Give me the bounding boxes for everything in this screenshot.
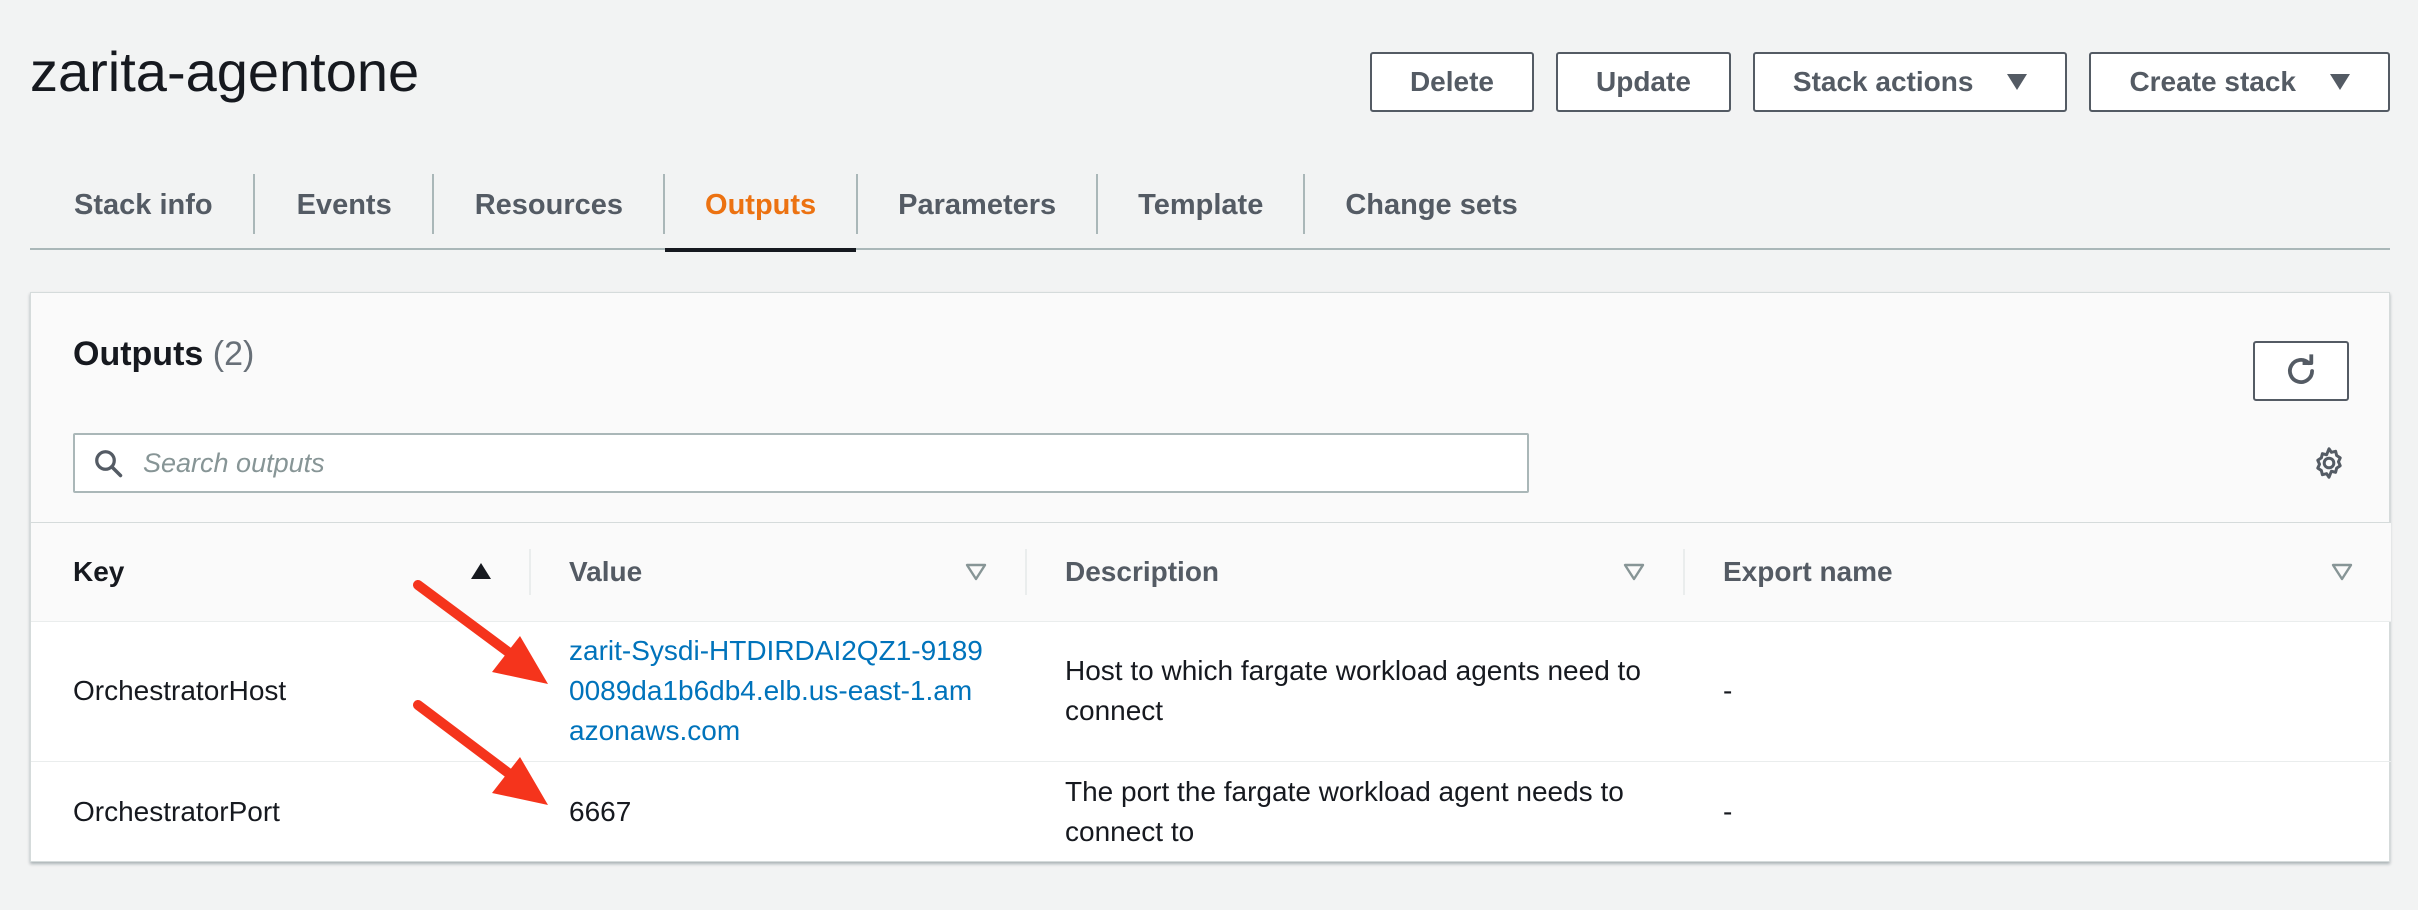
refresh-icon [2288, 354, 2314, 384]
column-header-description[interactable]: Description [1025, 523, 1683, 622]
tab-events[interactable]: Events [255, 160, 432, 250]
tab-label: Events [296, 188, 392, 221]
sort-filter-icon [965, 563, 987, 581]
create-stack-label: Create stack [2129, 66, 2296, 97]
sort-filter-icon [2331, 563, 2353, 581]
sort-ascending-icon [471, 563, 491, 579]
stack-tabs: Stack info Events Resources Outputs Para… [30, 160, 2390, 252]
sort-filter-icon [1623, 563, 1645, 581]
cell-description: Host to which fargate workload agents ne… [1025, 621, 1683, 762]
tab-label: Parameters [898, 188, 1057, 221]
stack-actions-dropdown[interactable]: Stack actions [1752, 52, 2068, 112]
outputs-panel: Outputs (2) Search outputs Key Value Des… [30, 292, 2391, 863]
create-stack-dropdown[interactable]: Create stack [2089, 52, 2390, 112]
tab-resources[interactable]: Resources [434, 160, 663, 250]
table-row: OrchestratorPort 6667 The port the farga… [31, 761, 2391, 863]
delete-button[interactable]: Delete [1369, 52, 1534, 112]
tab-stack-info[interactable]: Stack info [30, 160, 253, 250]
search-outputs-field[interactable] [73, 433, 1529, 493]
tab-outputs[interactable]: Outputs [665, 160, 857, 252]
cell-export-name: - [1683, 621, 2391, 762]
column-header-key[interactable]: Key [31, 523, 529, 622]
table-header-row: Key Value Description Export name [31, 523, 2391, 622]
gear-icon [2316, 447, 2342, 479]
caret-down-icon [2330, 74, 2350, 90]
cell-key: OrchestratorHost [31, 621, 529, 762]
update-button[interactable]: Update [1556, 52, 1731, 112]
tab-label: Outputs [705, 188, 817, 221]
outputs-panel-header: Outputs (2) [31, 293, 2389, 523]
tab-label: Change sets [1345, 188, 1518, 221]
column-divider [1683, 549, 1685, 595]
page-title: zarita-agentone [30, 40, 420, 103]
cloudformation-stack-page: zarita-agentone Delete Update Stack acti… [0, 0, 2418, 910]
table-preferences-button[interactable] [2311, 445, 2347, 481]
refresh-button[interactable] [2253, 341, 2349, 401]
tab-template[interactable]: Template [1098, 160, 1303, 250]
search-outputs-input[interactable] [141, 446, 1527, 480]
caret-down-icon [2007, 74, 2028, 90]
outputs-title-text: Outputs [73, 335, 204, 373]
tab-label: Resources [474, 188, 624, 221]
search-icon [95, 450, 123, 478]
cell-value: 6667 [569, 796, 632, 828]
column-header-label: Export name [1723, 555, 1893, 587]
outputs-count: (2) [212, 335, 255, 373]
outputs-table: Key Value Description Export name Orches… [31, 523, 2391, 863]
table-row: OrchestratorHost zarit-Sysdi-HTDIRDAI2QZ… [31, 621, 2391, 762]
output-value-link[interactable]: zarit-Sysdi-HTDIRDAI2QZ1-91890089da1b6db… [569, 635, 983, 746]
cell-key: OrchestratorPort [73, 796, 280, 828]
column-divider [529, 549, 531, 595]
outputs-title: Outputs (2) [73, 335, 254, 374]
column-header-label: Value [569, 555, 643, 587]
cell-description: The port the fargate workload agent need… [1065, 776, 1624, 848]
cell-value: zarit-Sysdi-HTDIRDAI2QZ1-91890089da1b6db… [529, 621, 1025, 762]
tab-label: Template [1138, 188, 1264, 221]
cell-export-name: - [1723, 796, 1733, 828]
column-divider [1025, 549, 1027, 595]
delete-button-label: Delete [1409, 66, 1494, 97]
tab-change-sets[interactable]: Change sets [1305, 160, 1557, 250]
stack-actions-toolbar: Delete Update Stack actions Create stack [1369, 52, 2390, 112]
column-header-export-name[interactable]: Export name [1683, 523, 2391, 622]
column-header-label: Key [73, 555, 125, 587]
update-button-label: Update [1596, 66, 1691, 97]
tab-label: Stack info [74, 188, 213, 221]
stack-actions-label: Stack actions [1792, 66, 1974, 97]
column-header-value[interactable]: Value [529, 523, 1025, 622]
tab-parameters[interactable]: Parameters [858, 160, 1096, 250]
column-header-label: Description [1065, 555, 1220, 587]
